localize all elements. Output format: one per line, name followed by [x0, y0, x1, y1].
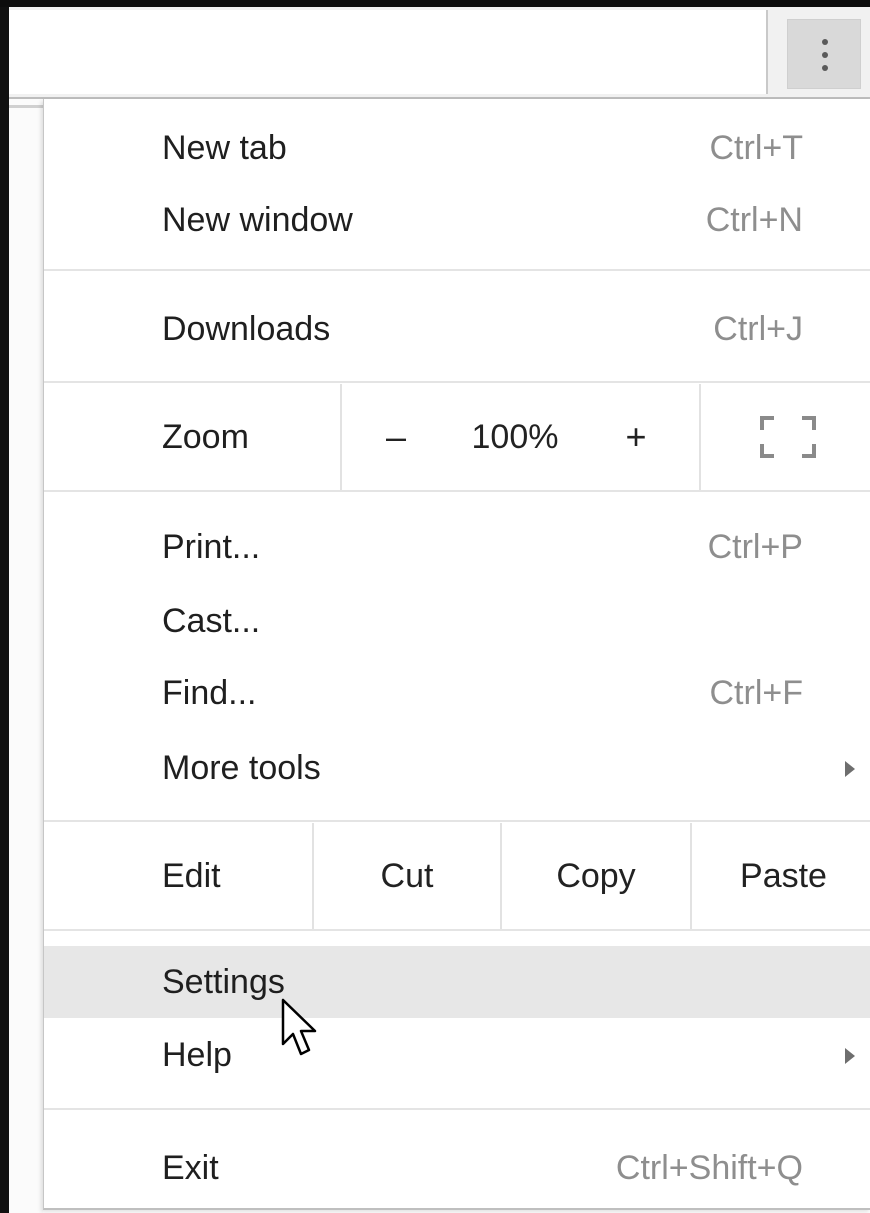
menu-item-exit[interactable]: Exit Ctrl+Shift+Q	[44, 1132, 870, 1204]
copy-button[interactable]: Copy	[502, 823, 690, 929]
menu-separator	[44, 490, 870, 492]
menu-item-shortcut: Ctrl+J	[713, 310, 803, 348]
menu-item-label: Print...	[162, 528, 261, 566]
menu-item-shortcut: Ctrl+P	[707, 528, 803, 566]
menu-item-shortcut: Ctrl+Shift+Q	[615, 1149, 803, 1187]
menu-item-help[interactable]: Help	[44, 1019, 870, 1091]
address-bar[interactable]	[9, 10, 768, 94]
menu-item-label: Settings	[162, 963, 285, 1001]
menu-button[interactable]	[787, 19, 861, 89]
menu-item-print[interactable]: Print... Ctrl+P	[44, 511, 870, 583]
page-content	[9, 99, 43, 1213]
menu-separator	[44, 1108, 870, 1110]
menu-item-shortcut: Ctrl+T	[709, 129, 804, 167]
window-frame-left	[0, 0, 9, 1213]
browser-menu: New tab Ctrl+T New window Ctrl+N Downloa…	[43, 99, 870, 1210]
page-content-edge	[9, 105, 43, 108]
mouse-pointer-icon	[281, 998, 317, 1056]
menu-item-label: New tab	[162, 129, 287, 167]
edit-label: Edit	[162, 857, 221, 895]
submenu-arrow-icon	[845, 761, 855, 777]
menu-item-find[interactable]: Find... Ctrl+F	[44, 657, 870, 729]
menu-item-cast[interactable]: Cast...	[44, 585, 870, 657]
menu-separator	[44, 929, 870, 931]
zoom-level: 100%	[471, 418, 559, 456]
menu-item-new-window[interactable]: New window Ctrl+N	[44, 184, 870, 256]
menu-item-label: Exit	[162, 1149, 219, 1187]
menu-item-label: Help	[162, 1036, 232, 1074]
menu-item-shortcut: Ctrl+N	[705, 201, 803, 239]
zoom-divider	[340, 384, 342, 490]
zoom-in-button[interactable]: +	[606, 384, 666, 490]
menu-separator	[44, 381, 870, 383]
zoom-row: Zoom – 100% +	[44, 384, 870, 490]
cut-button[interactable]: Cut	[314, 823, 500, 929]
menu-item-label: Cast...	[162, 602, 261, 640]
menu-item-label: Find...	[162, 674, 257, 712]
menu-item-more-tools[interactable]: More tools	[44, 732, 870, 804]
menu-item-downloads[interactable]: Downloads Ctrl+J	[44, 293, 870, 365]
menu-separator	[44, 269, 870, 271]
fullscreen-button[interactable]	[703, 384, 870, 490]
edit-row: Edit Cut Copy Paste	[44, 823, 870, 929]
zoom-divider	[699, 384, 701, 490]
menu-item-settings[interactable]: Settings	[44, 946, 870, 1018]
menu-item-label: More tools	[162, 749, 321, 787]
menu-item-new-tab[interactable]: New tab Ctrl+T	[44, 112, 870, 184]
paste-button[interactable]: Paste	[692, 823, 870, 929]
browser-toolbar	[9, 7, 870, 99]
zoom-label: Zoom	[162, 418, 249, 456]
menu-item-shortcut: Ctrl+F	[709, 674, 804, 712]
submenu-arrow-icon	[845, 1048, 855, 1064]
zoom-out-button[interactable]: –	[366, 384, 426, 490]
window-frame-top	[0, 0, 870, 7]
menu-item-label: New window	[162, 201, 353, 239]
menu-separator	[44, 820, 870, 822]
menu-item-label: Downloads	[162, 310, 331, 348]
